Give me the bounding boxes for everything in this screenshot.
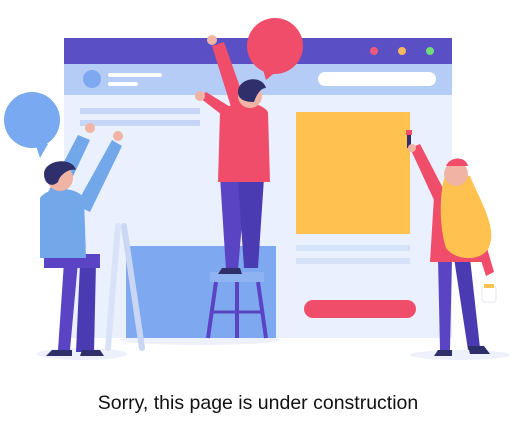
toolbar-text-line: [108, 82, 138, 86]
window-close-dot: [370, 47, 378, 55]
profile-avatar-icon: [83, 70, 101, 88]
mug-icon: [481, 284, 497, 303]
window-maximize-dot: [426, 47, 434, 55]
ground-shadow: [410, 350, 510, 360]
content-line: [296, 258, 410, 264]
page: Sorry, this page is under construction: [0, 0, 516, 431]
yellow-content-block: [296, 112, 410, 234]
content-line: [296, 245, 410, 251]
window-minimize-dot: [398, 47, 406, 55]
red-button-bar: [304, 300, 416, 318]
speech-bubble-icon: [4, 92, 60, 158]
address-bar: [318, 72, 436, 86]
content-line: [80, 108, 200, 114]
toolbar-text-line: [108, 73, 162, 77]
under-construction-illustration: [4, 18, 510, 360]
content-line: [80, 120, 200, 126]
under-construction-message: Sorry, this page is under construction: [97, 392, 419, 414]
